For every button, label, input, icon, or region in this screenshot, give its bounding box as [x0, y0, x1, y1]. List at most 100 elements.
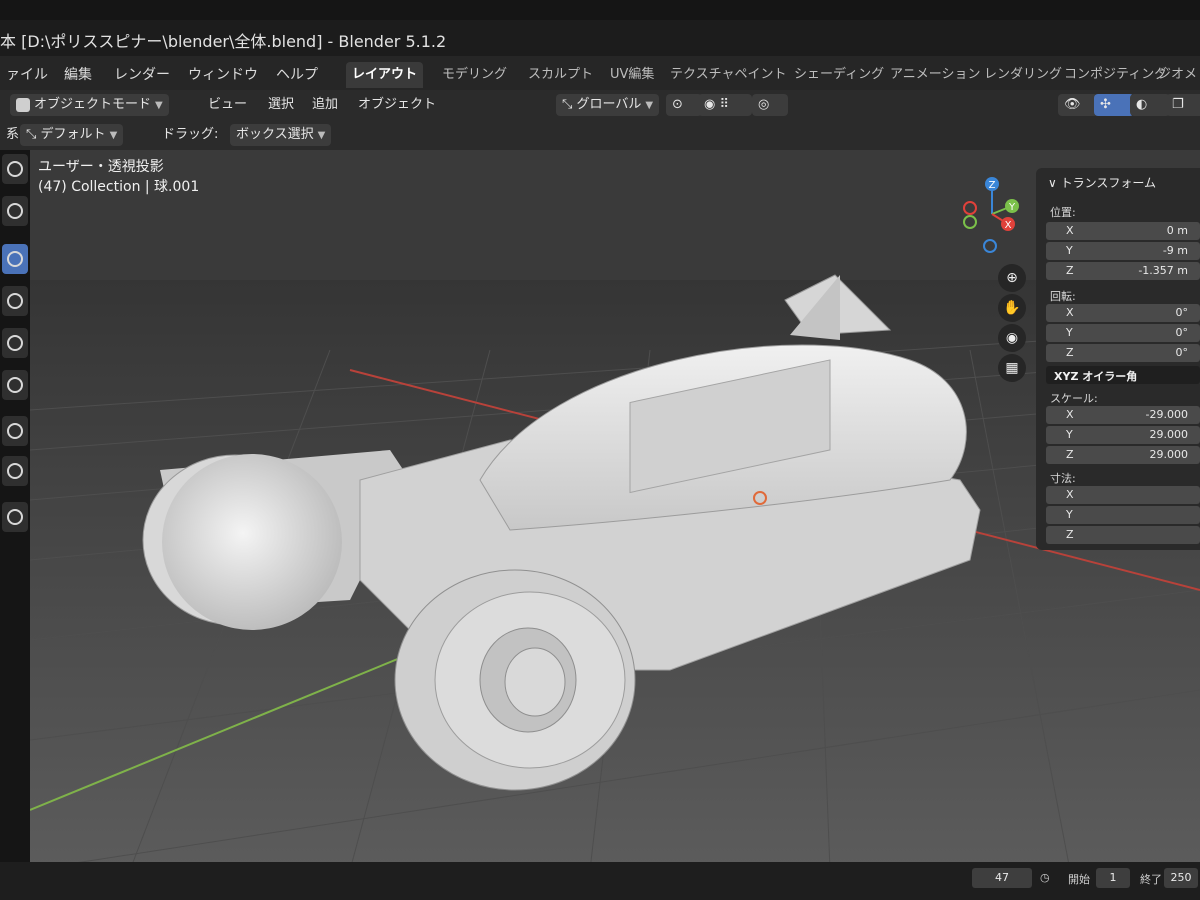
pivot-point-button[interactable]: ⊙ [666, 94, 702, 116]
move-tool[interactable] [2, 244, 28, 274]
orientation-default-select[interactable]: ⤡ デフォルト ▼ [20, 124, 124, 146]
start-frame-field[interactable]: 1 [1096, 868, 1130, 888]
drag-select[interactable]: ボックス選択 ▼ [230, 124, 332, 146]
add-cube-tool[interactable] [2, 502, 28, 532]
menu-render[interactable]: レンダー [114, 64, 170, 84]
dimensions-y-field[interactable]: Y [1046, 506, 1200, 524]
menu-view[interactable]: ビュー [202, 94, 253, 116]
gizmo-icon: ✣ [1100, 97, 1111, 112]
window-title: 本 [D:\ポリススピナー\blender\全体.blend] - Blende… [0, 32, 447, 51]
rotation-x-value: 0° [1175, 306, 1189, 319]
transform-orientation-select[interactable]: ⤡ グローバル ▼ [556, 94, 660, 116]
tab-sculpt[interactable]: スカルプト [522, 62, 599, 88]
overlay-button[interactable]: ◐ [1130, 94, 1170, 116]
transform-tool[interactable] [2, 370, 28, 400]
gizmo-neg-x[interactable] [963, 201, 977, 215]
current-frame-field[interactable]: 47 [972, 868, 1032, 888]
menu-file[interactable]: ァイル [6, 64, 48, 84]
rotation-z-axis: Z [1066, 346, 1074, 359]
transform-panel: ∨ トランスフォーム 位置: X0 m Y -9 m Z -1.357 m 回転: … [1036, 168, 1200, 550]
location-z-value: -1.357 m [1138, 264, 1188, 277]
tab-animation[interactable]: アニメーション [884, 62, 986, 88]
magnet-icon: ◉ ⠿ [704, 97, 729, 112]
chevron-down-icon: ▼ [317, 130, 326, 141]
select-box-icon [7, 161, 23, 177]
tab-shading[interactable]: シェーディング [788, 62, 890, 88]
rotation-mode-select[interactable]: XYZ オイラー角 [1046, 366, 1200, 384]
navigation-gizmo[interactable]: Z Y X [950, 172, 1030, 262]
location-z-field[interactable]: Z -1.357 m [1046, 262, 1200, 280]
chevron-down-icon: ▼ [109, 130, 118, 141]
select-tool[interactable] [2, 154, 28, 184]
location-y-field[interactable]: Y -9 m [1046, 242, 1200, 260]
menu-help[interactable]: ヘルプ [276, 64, 318, 84]
tab-geometry[interactable]: ジオメト [1152, 62, 1200, 88]
scale-y-field[interactable]: Y 29.000 [1046, 426, 1200, 444]
scale-label: スケール: [1050, 392, 1098, 405]
gizmo-toggle-button[interactable]: ✣ [1094, 94, 1134, 116]
gizmo-y-label: Y [1008, 202, 1016, 213]
end-frame-field[interactable]: 250 [1164, 868, 1198, 888]
xray-button[interactable]: ❐ [1166, 94, 1200, 116]
cube-icon [7, 509, 23, 525]
scale-x-axis: X [1066, 408, 1074, 421]
proportional-icon: ◎ [758, 97, 770, 112]
camera-icon[interactable]: ◉ [998, 324, 1026, 352]
rotate-tool[interactable] [2, 286, 28, 316]
proportional-edit-button[interactable]: ◎ [752, 94, 788, 116]
transform-panel-header[interactable]: ∨ トランスフォーム [1048, 174, 1156, 191]
rotation-mode-value: XYZ オイラー角 [1054, 370, 1138, 383]
scale-tool[interactable] [2, 328, 28, 358]
dimensions-x-field[interactable]: X [1046, 486, 1200, 504]
rotation-x-field[interactable]: X 0° [1046, 304, 1200, 322]
menu-edit[interactable]: 編集 [64, 64, 92, 84]
tab-modeling[interactable]: モデリング [436, 62, 513, 88]
location-y-value: -9 m [1162, 244, 1188, 257]
measure-tool[interactable] [2, 456, 28, 486]
left-toolbar [0, 150, 30, 550]
rotation-x-axis: X [1066, 306, 1074, 319]
hand-pan-icon[interactable]: ✋ [998, 294, 1026, 322]
menu-window[interactable]: ウィンドウ [188, 64, 258, 84]
location-label: 位置: [1050, 206, 1076, 219]
zoom-icon[interactable]: ⊕ [998, 264, 1026, 292]
menu-add[interactable]: 追加 [306, 94, 344, 116]
dimensions-z-field[interactable]: Z [1046, 526, 1200, 544]
tab-layout[interactable]: レイアウト [346, 62, 424, 88]
tab-texture-paint[interactable]: テクスチャペイント [664, 62, 792, 88]
scale-z-field[interactable]: Z 29.000 [1046, 446, 1200, 464]
rotation-y-value: 0° [1175, 326, 1189, 339]
front-sphere[interactable] [162, 454, 342, 630]
gizmo-z-label: Z [989, 180, 996, 191]
location-x-axis: X [1066, 224, 1074, 237]
gizmo-neg-z[interactable] [983, 239, 997, 253]
scale-x-field[interactable]: X -29.000 [1046, 406, 1200, 424]
gizmo-neg-y[interactable] [963, 215, 977, 229]
location-x-field[interactable]: X 0 m [1046, 222, 1200, 240]
dimensions-x-axis: X [1066, 488, 1074, 501]
grid-perspective-icon[interactable]: ▦ [998, 354, 1026, 382]
snap-button[interactable]: ◉ ⠿ [698, 94, 752, 116]
rotation-y-field[interactable]: Y 0° [1046, 324, 1200, 342]
annotate-tool[interactable] [2, 416, 28, 446]
dimensions-y-axis: Y [1066, 508, 1073, 521]
orientation-icon: ⤡ [562, 97, 577, 112]
tool-settings-header: 系: ⤡ デフォルト ▼ ドラッグ: ボックス選択 ▼ [0, 120, 1200, 150]
cursor-tool[interactable] [2, 196, 28, 226]
menu-object[interactable]: オブジェクト [352, 94, 442, 116]
menu-select[interactable]: 選択 [262, 94, 300, 116]
location-x-value: 0 m [1166, 224, 1188, 237]
dimensions-label: 寸法: [1050, 472, 1076, 485]
scale-icon [7, 335, 23, 351]
rotation-z-field[interactable]: Z 0° [1046, 344, 1200, 362]
dimensions-z-axis: Z [1066, 528, 1074, 541]
tab-uv-edit[interactable]: UV編集 [604, 62, 660, 88]
axes-icon: ⤡ [26, 127, 41, 142]
tab-rendering[interactable]: レンダリング [978, 62, 1068, 88]
clock-icon[interactable]: ◷ [1040, 871, 1050, 884]
annotate-icon [7, 423, 23, 439]
mode-select[interactable]: オブジェクトモード ▼ [10, 94, 169, 116]
cursor-icon [7, 203, 23, 219]
visibility-button[interactable]: 👁 [1058, 94, 1098, 116]
orientation-default-value: デフォルト [40, 127, 106, 142]
